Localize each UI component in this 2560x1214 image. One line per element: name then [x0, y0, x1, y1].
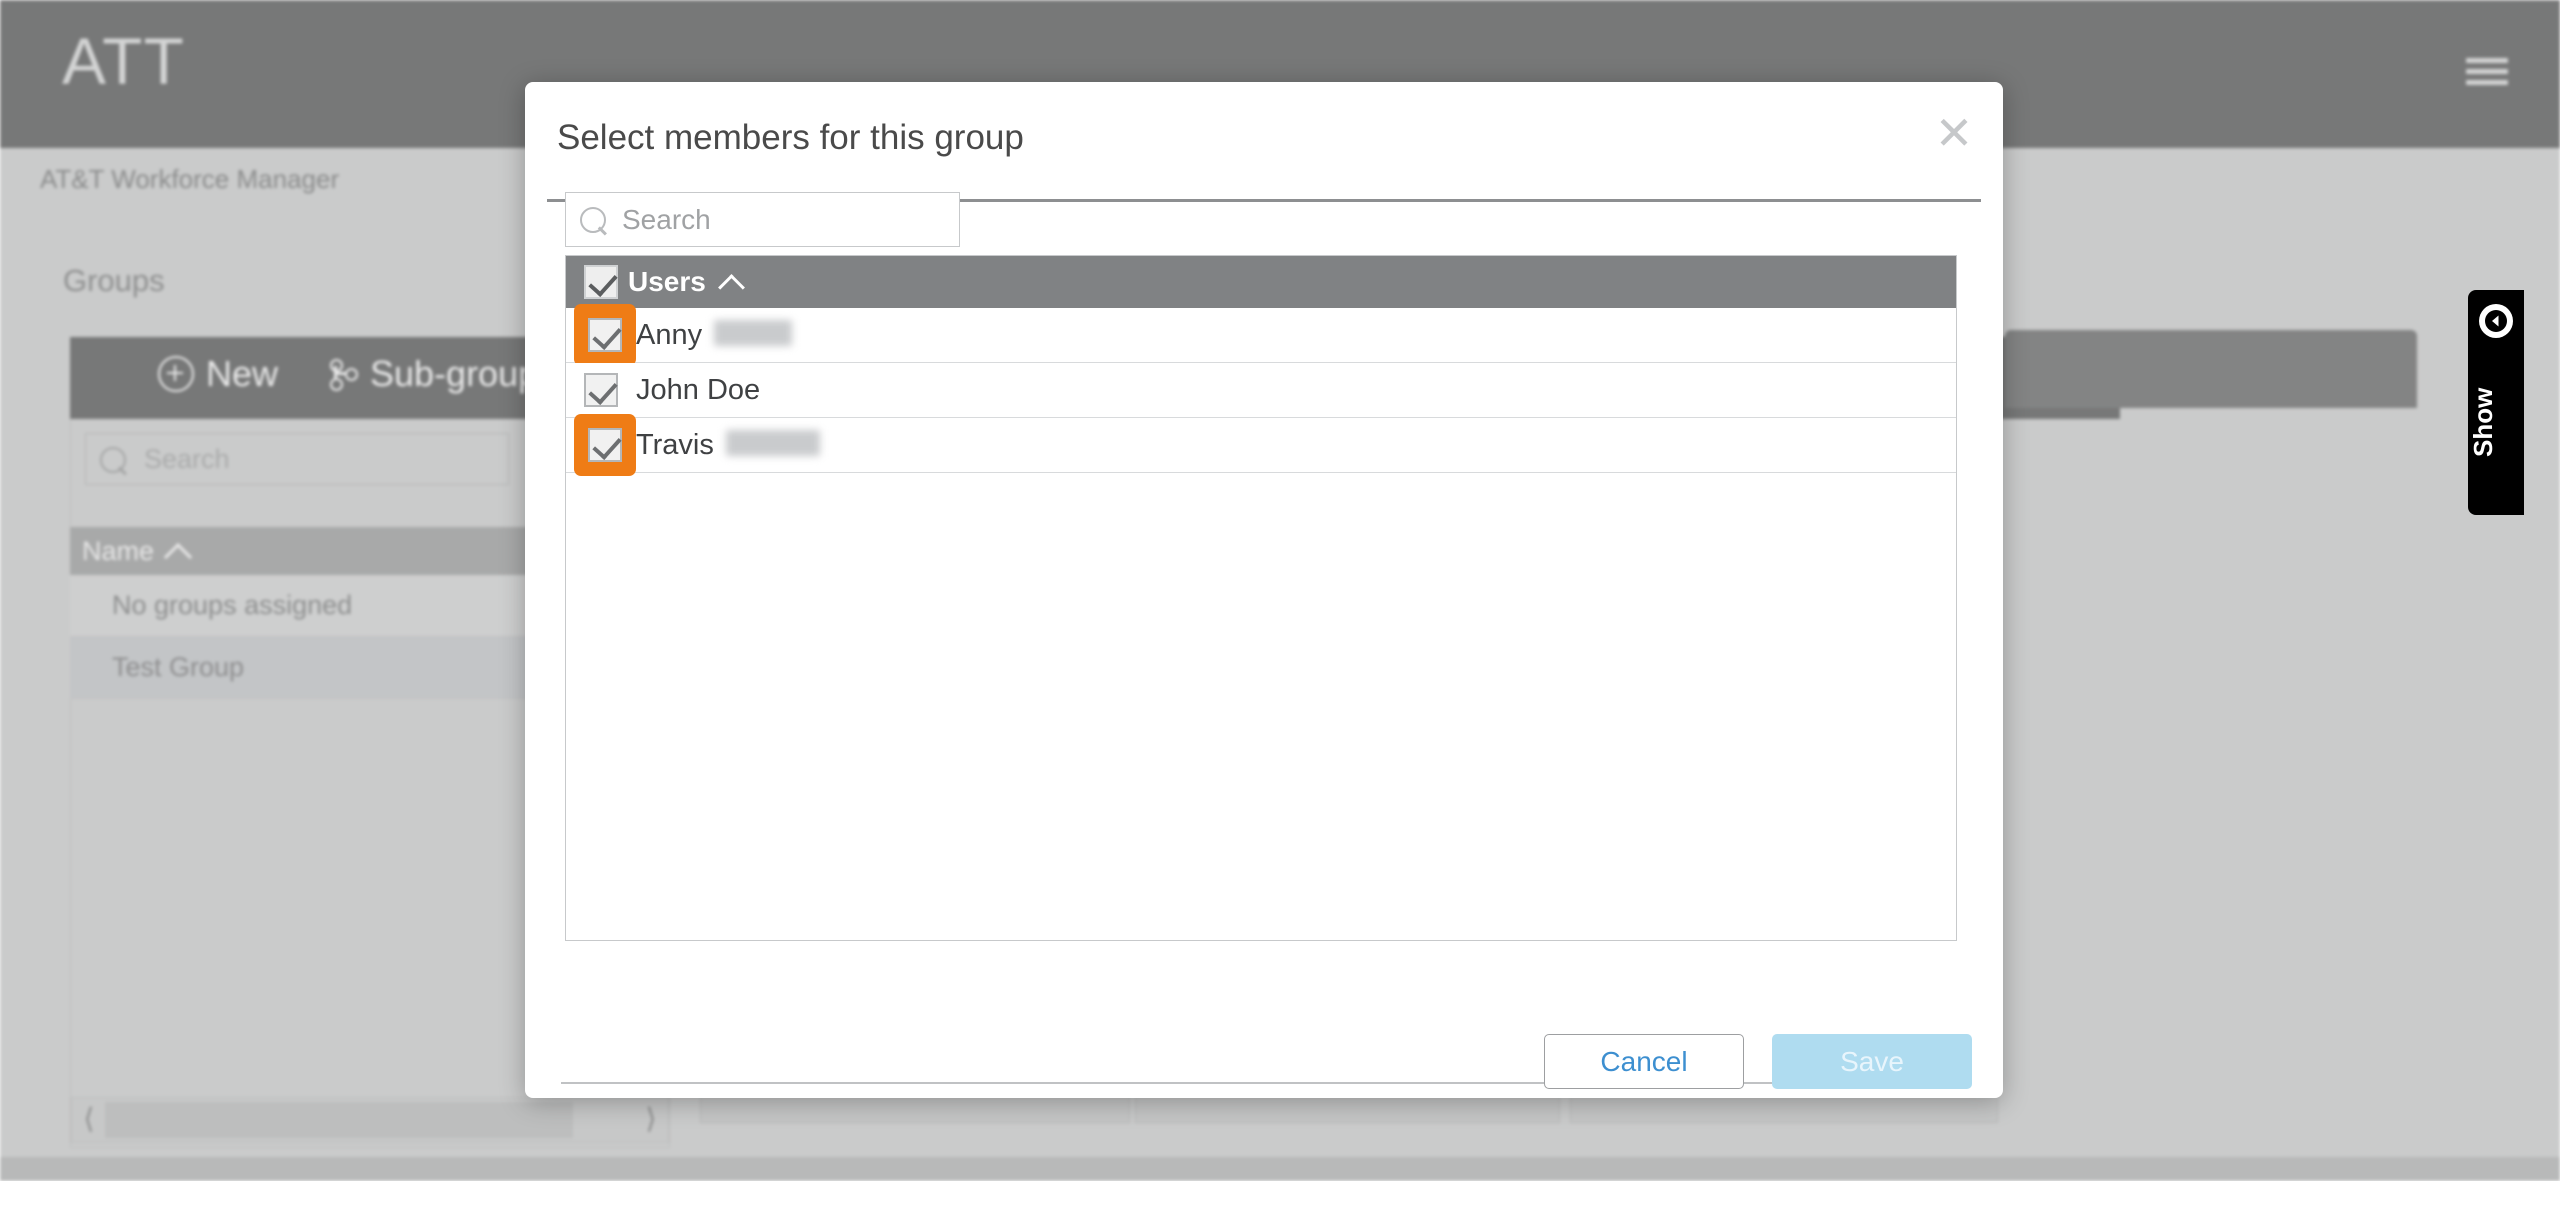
user-checkbox-highlight[interactable]: [574, 414, 636, 476]
user-checkbox-highlight[interactable]: [574, 304, 636, 366]
plus-circle-icon: [158, 356, 194, 392]
redacted-last-name: [725, 430, 820, 456]
chevron-left-icon[interactable]: ⟨: [73, 1102, 105, 1135]
page-title: Groups: [63, 263, 165, 298]
user-first-name: John Doe: [636, 373, 761, 406]
show-tab-label: Show: [2468, 387, 2498, 457]
redacted-last-name: [714, 320, 793, 346]
user-name: John Doe: [636, 374, 760, 407]
user-name: Travis: [636, 428, 820, 462]
list-item[interactable]: Travis: [566, 414, 1956, 476]
modal-title: Select members for this group: [557, 118, 1024, 157]
groups-name-label: Name: [82, 536, 155, 566]
groups-horizontal-scrollbar[interactable]: ⟨ ⟩: [71, 1097, 669, 1143]
group-name: No groups assigned: [112, 590, 353, 620]
caret-up-icon: [717, 273, 745, 301]
user-first-name: Anny: [636, 319, 703, 351]
chevron-right-icon[interactable]: ⟩: [635, 1102, 667, 1135]
search-icon: [580, 207, 606, 233]
group-name: Test Group: [112, 652, 245, 682]
save-button-label: Save: [1840, 1045, 1904, 1077]
screen-root: ATT AT&T Workforce Manager Groups New Su…: [0, 0, 2560, 1214]
sub-group-button[interactable]: Sub-group: [328, 353, 538, 395]
list-item[interactable]: Anny: [566, 304, 1956, 366]
geofences-wrapper: Geofences Test Fence 1 Edit: [2005, 0, 2417, 1181]
users-header-label: Users: [628, 266, 706, 297]
user-checkbox[interactable]: [588, 428, 622, 462]
modal-footer-divider: [561, 1082, 1969, 1084]
sub-group-label: Sub-group: [370, 353, 539, 394]
groups-search-input[interactable]: Search: [85, 433, 509, 485]
list-item[interactable]: John Doe: [566, 363, 1956, 418]
page-footer-blank: [0, 1181, 2560, 1214]
groups-name-column-header: Name: [82, 536, 193, 571]
app-subtitle: AT&T Workforce Manager: [40, 164, 340, 194]
close-icon[interactable]: ✕: [1929, 110, 1979, 160]
users-list-box: Users Anny John Doe Travis: [565, 255, 1957, 941]
users-list-header[interactable]: Users: [566, 256, 1956, 308]
user-checkbox[interactable]: [584, 373, 618, 407]
user-first-name: Travis: [636, 429, 714, 461]
user-checkbox-cell[interactable]: [566, 363, 636, 418]
select-all-checkbox[interactable]: [584, 265, 618, 299]
groups-search-placeholder: Search: [144, 444, 230, 474]
branch-icon: [328, 358, 358, 391]
new-group-label: New: [206, 353, 279, 394]
save-button[interactable]: Save: [1772, 1034, 1972, 1089]
search-icon: [100, 447, 126, 473]
arrow-left-circle-icon: [2479, 304, 2513, 338]
user-checkbox[interactable]: [588, 318, 622, 352]
page-bottom-strip: [0, 1157, 2560, 1181]
app-logo: ATT: [62, 24, 185, 98]
cancel-button[interactable]: Cancel: [1544, 1034, 1744, 1089]
cancel-button-label: Cancel: [1600, 1045, 1688, 1077]
scrollbar-thumb[interactable]: [105, 1102, 573, 1138]
new-group-button[interactable]: New: [158, 353, 278, 395]
caret-up-icon: [163, 542, 193, 571]
show-panel-tab[interactable]: Show: [2468, 290, 2524, 515]
users-column-header: Users: [628, 266, 745, 301]
member-search-placeholder: Search: [622, 204, 711, 235]
hamburger-icon[interactable]: [2466, 58, 2508, 86]
member-search-input[interactable]: Search: [565, 192, 960, 247]
user-name: Anny: [636, 318, 793, 352]
